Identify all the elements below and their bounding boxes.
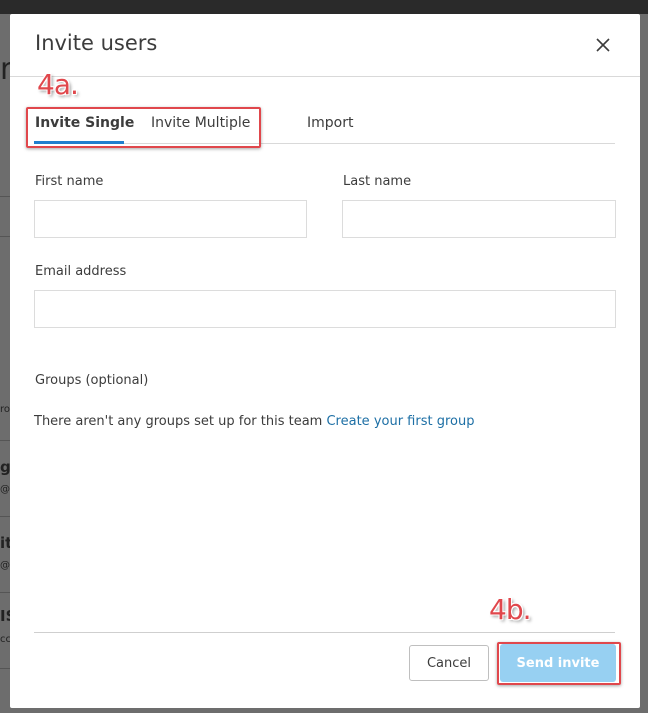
first-name-field[interactable] (34, 200, 307, 238)
annotation-box-tabs (26, 107, 261, 148)
backdrop-row-name-fragment: g (0, 458, 10, 476)
close-icon (596, 38, 610, 52)
backdrop-row-email-fragment: @ (0, 484, 10, 495)
groups-label: Groups (optional) (35, 373, 149, 388)
tab-import[interactable]: Import (307, 115, 353, 131)
groups-empty-text: There aren't any groups set up for this … (34, 414, 323, 429)
annotation-label-tabs: 4a. (37, 68, 79, 101)
backdrop-top-bar (0, 0, 648, 14)
groups-empty-message: There aren't any groups set up for this … (34, 414, 474, 429)
create-group-link[interactable]: Create your first group (326, 414, 474, 429)
email-label: Email address (35, 264, 127, 279)
email-field[interactable] (34, 290, 616, 328)
last-name-label: Last name (343, 174, 412, 189)
backdrop-row-name-fragment: IS (0, 607, 10, 625)
backdrop-row-email-fragment: @ (0, 560, 10, 571)
close-button[interactable] (594, 36, 612, 54)
backdrop-text-fragment: ro (0, 404, 10, 415)
last-name-field[interactable] (342, 200, 616, 238)
first-name-label: First name (35, 174, 104, 189)
backdrop-heading-fragment: m (0, 52, 10, 87)
dialog-title: Invite users (35, 31, 158, 55)
annotation-label-send: 4b. (489, 593, 531, 626)
dialog-header: Invite users (10, 14, 640, 77)
cancel-button[interactable]: Cancel (409, 645, 489, 681)
annotation-box-send (497, 642, 621, 685)
backdrop-row-email-fragment: cc (0, 634, 10, 645)
footer-divider (34, 632, 615, 633)
backdrop-row-name-fragment: it (0, 534, 10, 552)
